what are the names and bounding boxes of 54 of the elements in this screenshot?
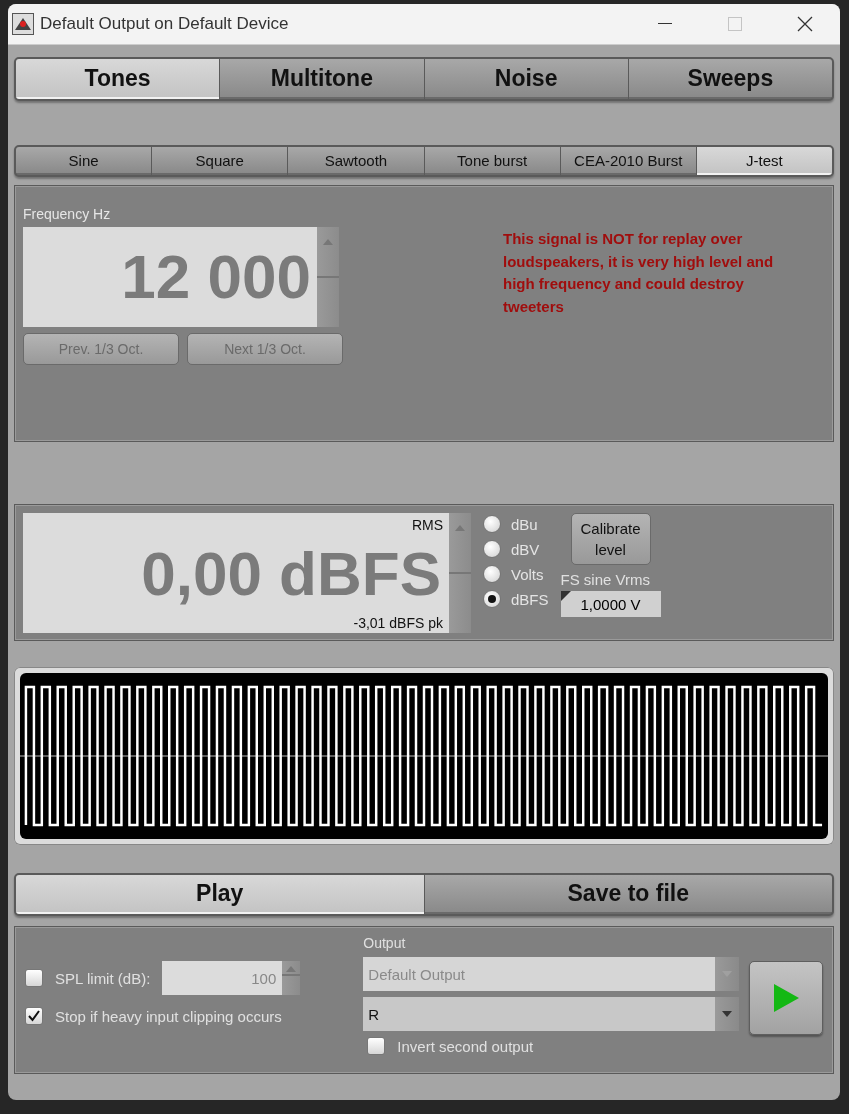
unit-label: dBV: [511, 540, 540, 558]
radio-button[interactable]: [483, 565, 501, 583]
action-tab[interactable]: Play: [16, 875, 424, 914]
radio-button[interactable]: [483, 590, 501, 608]
up-arrow-icon: [455, 525, 465, 531]
spinner-down-button[interactable]: [282, 975, 301, 995]
waveform-tab[interactable]: J-test: [696, 147, 832, 175]
up-arrow-icon: [323, 239, 333, 245]
spinner-up-button[interactable]: [317, 227, 339, 276]
spinner-down-button[interactable]: [449, 574, 471, 633]
waveform-tab[interactable]: Tone burst: [424, 147, 560, 175]
level-field[interactable]: RMS 0,00 dBFS -3,01 dBFS pk: [23, 513, 449, 633]
clipping-label: Stop if heavy input clipping occurs: [55, 1007, 282, 1025]
up-arrow-icon: [286, 966, 297, 972]
fs-value-field[interactable]: 1,0000 V: [560, 591, 661, 617]
spinner-up-button[interactable]: [282, 961, 301, 974]
minimize-icon: [658, 23, 672, 25]
main-tab[interactable]: Noise: [424, 59, 628, 99]
main-tab[interactable]: Tones: [16, 59, 220, 99]
main-tab[interactable]: Multitone: [220, 59, 424, 99]
warning-text: This signal is NOT for replay over loudspeakers, it is very high level and high frequency and could destroy tweeters: [503, 229, 775, 317]
checkbox[interactable]: [25, 1007, 43, 1025]
radio-button[interactable]: [483, 515, 501, 533]
waveform-tab[interactable]: Sine: [16, 147, 152, 175]
channel-dropdown[interactable]: R: [363, 997, 740, 1031]
maximize-icon: [728, 17, 742, 31]
calibrate-button[interactable]: Calibrate level: [570, 513, 651, 565]
spinner-up-button[interactable]: [449, 513, 471, 572]
waveform-tab[interactable]: Square: [152, 147, 288, 175]
output-label: Output: [363, 935, 407, 951]
checkbox[interactable]: [25, 969, 43, 987]
fs-label: FS sine Vrms: [560, 571, 651, 588]
peak-level: -3,01 dBFS pk: [353, 615, 443, 631]
waveform-tab[interactable]: Sawtooth: [288, 147, 424, 175]
unit-label: dBu: [511, 515, 538, 533]
unit-label: Volts: [511, 565, 544, 583]
level-mode: RMS: [411, 517, 443, 533]
caret-icon: [722, 1011, 733, 1017]
spinner-down-button[interactable]: [317, 278, 339, 327]
app-icon: [12, 13, 34, 35]
unit-label: dBFS: [511, 590, 549, 608]
play-button[interactable]: [749, 961, 823, 1035]
invert-label: Invert second output: [397, 1037, 534, 1055]
frequency-label: Frequency Hz: [23, 206, 112, 222]
spl-limit-label: SPL limit (dB):: [55, 969, 151, 987]
close-icon: [797, 16, 813, 32]
main-tab[interactable]: Sweeps: [628, 59, 832, 99]
action-tab[interactable]: Save to file: [424, 875, 832, 914]
window-title: Default Output on Default Device: [40, 14, 290, 34]
play-icon: [772, 983, 801, 1013]
level-value: 0,00 dBFS: [141, 543, 441, 605]
waveform-tab[interactable]: CEA-2010 Burst: [560, 147, 696, 175]
radio-button[interactable]: [483, 540, 501, 558]
checkbox[interactable]: [367, 1037, 386, 1055]
